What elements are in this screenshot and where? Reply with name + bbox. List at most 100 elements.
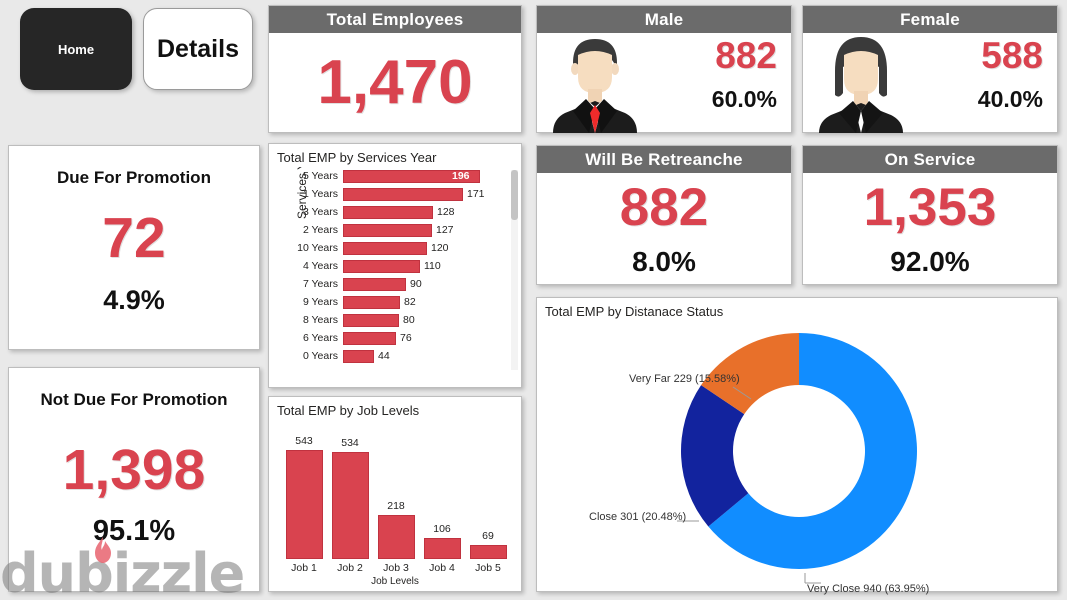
chart-column-value: 218 <box>387 500 405 512</box>
kpi-percent-on-service: 92.0% <box>890 246 970 277</box>
kpi-card-due-for-promotion[interactable]: Due For Promotion 72 4.9% <box>8 145 260 350</box>
kpi-value-retrench: 882 <box>619 178 709 237</box>
kpi-value-total-employees: 1,470 <box>317 47 473 117</box>
chart-bar-row[interactable]: 0 Years 44 <box>291 347 507 365</box>
chart-column-value: 69 <box>482 530 494 542</box>
chart-bar-row[interactable]: 8 Years 80 <box>291 311 507 329</box>
chart-column-label: Job 3 <box>383 562 409 574</box>
female-avatar-icon <box>819 37 903 133</box>
chart-bar-value: 110 <box>424 260 441 272</box>
kpi-body-due-for-promotion: 72 4.9% <box>9 188 259 335</box>
donut-svg <box>677 333 917 584</box>
kpi-percent-male: 60.0% <box>711 86 777 112</box>
chart-bar-row[interactable]: 10 Years 120 <box>291 239 507 257</box>
chart-column[interactable]: 534 <box>331 424 369 559</box>
kpi-values-male: 882 60.0% <box>712 37 777 111</box>
chart-column-bar[interactable] <box>285 450 323 559</box>
chart-column[interactable]: 69 <box>469 424 507 559</box>
kpi-percent-retrench: 8.0% <box>632 246 696 277</box>
chart-bar-value: 127 <box>436 224 454 236</box>
chart-bar-value: 80 <box>403 314 415 326</box>
chart-title-distance-status: Total EMP by Distanace Status <box>545 304 724 319</box>
nav-button-details[interactable]: Details <box>143 8 253 90</box>
kpi-value-due-for-promotion: 72 <box>102 205 166 270</box>
chart-bar-row[interactable]: 4 Years 110 <box>291 257 507 275</box>
chart-bar[interactable] <box>343 241 427 255</box>
chart-bar-value: 171 <box>467 188 485 200</box>
chart-card-services-year[interactable]: Total EMP by Services Year Services Year… <box>268 143 522 388</box>
chart-column[interactable]: 106 <box>423 424 461 559</box>
chart-scrollbar-services-year[interactable] <box>511 170 518 370</box>
chart-bar-label: 10 Years <box>297 242 338 254</box>
chart-column-bar[interactable] <box>423 538 461 559</box>
chart-bar-label: 7 Years <box>302 278 338 290</box>
kpi-title-total-employees: Total Employees <box>269 6 521 33</box>
chart-column-bar[interactable] <box>331 452 369 559</box>
chart-bar-value: 44 <box>378 350 390 362</box>
chart-axis-label-job-levels: Job Levels <box>371 576 419 587</box>
chart-bar[interactable] <box>343 313 399 327</box>
kpi-value-male: 882 <box>715 35 777 76</box>
chart-bar[interactable] <box>343 187 463 201</box>
chart-bar-row[interactable]: 5 Years 196 <box>291 167 507 185</box>
kpi-percent-female: 40.0% <box>977 86 1043 112</box>
kpi-value-not-due-for-promotion: 1,398 <box>62 437 206 502</box>
donut-label-very-close: Very Close 940 (63.95%) <box>807 583 930 595</box>
kpi-body-total-employees: 1,470 <box>269 33 521 132</box>
kpi-body-male: 882 60.0% <box>537 33 791 133</box>
chart-card-distance-status[interactable]: Total EMP by Distanace Status Very Far 2… <box>536 297 1058 595</box>
chart-bar-label: 4 Years <box>302 260 338 272</box>
chart-job-levels-xaxis: Job 1 Job 2 Job 3 Job 4 Job 5 <box>281 562 511 574</box>
kpi-value-female: 588 <box>981 35 1043 76</box>
kpi-card-total-employees[interactable]: Total Employees 1,470 <box>268 5 522 133</box>
kpi-body-female: 588 40.0% <box>803 33 1057 133</box>
donut-label-very-far: Very Far 229 (15.58%) <box>629 373 740 385</box>
kpi-title-not-due-for-promotion: Not Due For Promotion <box>40 390 228 409</box>
kpi-card-on-service[interactable]: On Service 1,353 92.0% <box>802 145 1058 285</box>
chart-bar[interactable] <box>343 223 432 237</box>
chart-bar[interactable] <box>343 349 374 363</box>
kpi-body-retrench: 882 8.0% <box>537 173 791 284</box>
chart-card-job-levels[interactable]: Total EMP by Job Levels 543 534 218 106 69 J… <box>268 396 522 592</box>
chart-bar-row[interactable]: 6 Years 76 <box>291 329 507 347</box>
chart-bar-label: 6 Years <box>302 332 338 344</box>
nav-button-home[interactable]: Home <box>20 8 132 90</box>
chart-bar[interactable] <box>343 277 406 291</box>
kpi-card-female[interactable]: Female 588 40.0% <box>802 5 1058 133</box>
chart-services-year-plot: Services Year 5 Years 196 1 Years 171 3 Year… <box>291 167 507 375</box>
chart-column[interactable]: 218 <box>377 424 415 559</box>
chart-axis-label-services-year: Services Year <box>295 167 309 219</box>
chart-column-bar[interactable] <box>377 515 415 559</box>
chart-bar[interactable] <box>343 295 400 309</box>
chart-bar-value: 76 <box>400 332 412 344</box>
kpi-body-not-due-for-promotion: 1,398 95.1% <box>9 410 259 577</box>
chart-distance-status-plot: Very Far 229 (15.58%) Close 301 (20.48%)… <box>537 321 1057 595</box>
chart-column-value: 106 <box>433 523 451 535</box>
chart-column-label: Job 5 <box>475 562 501 574</box>
chart-bar-row[interactable]: 7 Years 90 <box>291 275 507 293</box>
kpi-card-retrench[interactable]: Will Be Retreanche 882 8.0% <box>536 145 792 285</box>
chart-bar-value: 128 <box>437 206 455 218</box>
kpi-card-male[interactable]: Male 882 60.0% <box>536 5 792 133</box>
kpi-value-on-service: 1,353 <box>863 178 997 237</box>
chart-column[interactable]: 543 <box>285 424 323 559</box>
chart-bar-row[interactable]: 1 Years 171 <box>291 185 507 203</box>
chart-bar-label: 2 Years <box>302 224 338 236</box>
chart-column-label: Job 4 <box>429 562 455 574</box>
chart-column-label: Job 1 <box>291 562 317 574</box>
chart-bar-value: 82 <box>404 296 416 308</box>
chart-bar[interactable] <box>343 331 396 345</box>
chart-column-value: 534 <box>341 437 359 449</box>
chart-bar-value: 90 <box>410 278 422 290</box>
kpi-card-not-due-for-promotion[interactable]: Not Due For Promotion 1,398 95.1% <box>8 367 260 592</box>
chart-bar[interactable] <box>343 259 420 273</box>
chart-bar-row[interactable]: 3 Years 128 <box>291 203 507 221</box>
chart-bar[interactable] <box>343 205 433 219</box>
chart-bar-row[interactable]: 2 Years 127 <box>291 221 507 239</box>
chart-column-value: 543 <box>295 435 313 447</box>
chart-job-levels-plot: 543 534 218 106 69 <box>281 424 511 559</box>
chart-bar-row[interactable]: 9 Years 82 <box>291 293 507 311</box>
chart-column-bar[interactable] <box>469 545 507 559</box>
chart-scrollbar-thumb[interactable] <box>511 170 518 220</box>
nav-button-home-label: Home <box>57 41 95 57</box>
